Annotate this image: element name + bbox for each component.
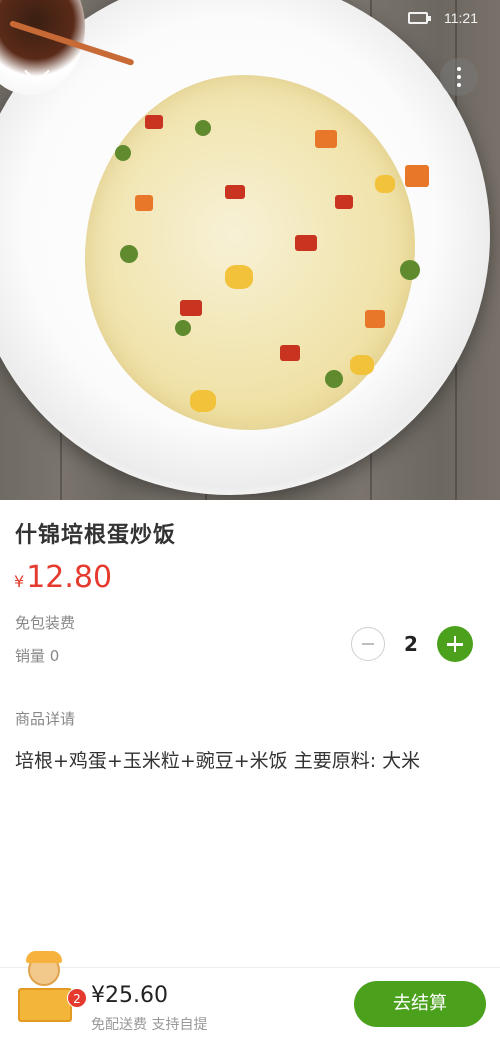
carrot-piece	[365, 310, 385, 328]
cart-total: ¥25.60	[91, 983, 168, 1008]
more-vertical-icon	[457, 75, 461, 79]
bacon-piece	[180, 300, 202, 316]
bacon-piece	[280, 345, 300, 361]
more-button[interactable]	[440, 58, 478, 96]
carrot-piece	[315, 130, 337, 148]
delivery-note: 免配送费 支持自提	[91, 1017, 208, 1033]
product-image: 11:21	[0, 0, 500, 500]
pea	[400, 260, 420, 280]
bacon-piece	[295, 235, 317, 251]
decrease-quantity-button[interactable]	[351, 627, 385, 661]
status-time: 11:21	[444, 10, 478, 26]
sales-count: 销量 0	[15, 647, 60, 665]
corn-kernel	[225, 265, 253, 289]
quantity-value: 2	[404, 632, 418, 656]
back-button[interactable]	[22, 58, 56, 92]
packing-fee-note: 免包装费	[15, 614, 76, 632]
fried-rice	[85, 75, 429, 430]
price-value: 12.80	[26, 560, 113, 595]
pea	[195, 120, 211, 136]
pea	[115, 145, 131, 161]
more-vertical-icon	[457, 67, 461, 71]
pea	[120, 245, 138, 263]
carrot-piece	[405, 165, 429, 187]
bacon-piece	[145, 115, 163, 129]
product-price: ¥12.80	[14, 560, 112, 595]
mascot-hat	[26, 951, 62, 963]
pea	[175, 320, 191, 336]
cart-box	[18, 988, 72, 1022]
pea	[325, 370, 343, 388]
carrot-piece	[135, 195, 153, 211]
checkout-button[interactable]: 去结算	[354, 981, 486, 1027]
more-vertical-icon	[457, 83, 461, 87]
corn-kernel	[350, 355, 374, 375]
cart-count-badge: 2	[67, 988, 87, 1008]
increase-quantity-button[interactable]	[437, 626, 473, 662]
details-description: 培根+鸡蛋+玉米粒+豌豆+米饭 主要原料: 大米	[15, 750, 421, 772]
corn-kernel	[375, 175, 395, 193]
bacon-piece	[335, 195, 353, 209]
currency-symbol: ¥	[14, 572, 25, 591]
product-name: 什锦培根蛋炒饭	[15, 523, 177, 548]
details-heading: 商品详请	[15, 710, 76, 728]
bacon-piece	[225, 185, 245, 199]
corn-kernel	[190, 390, 216, 412]
back-chevron-icon	[24, 58, 50, 84]
battery-icon	[408, 12, 431, 24]
